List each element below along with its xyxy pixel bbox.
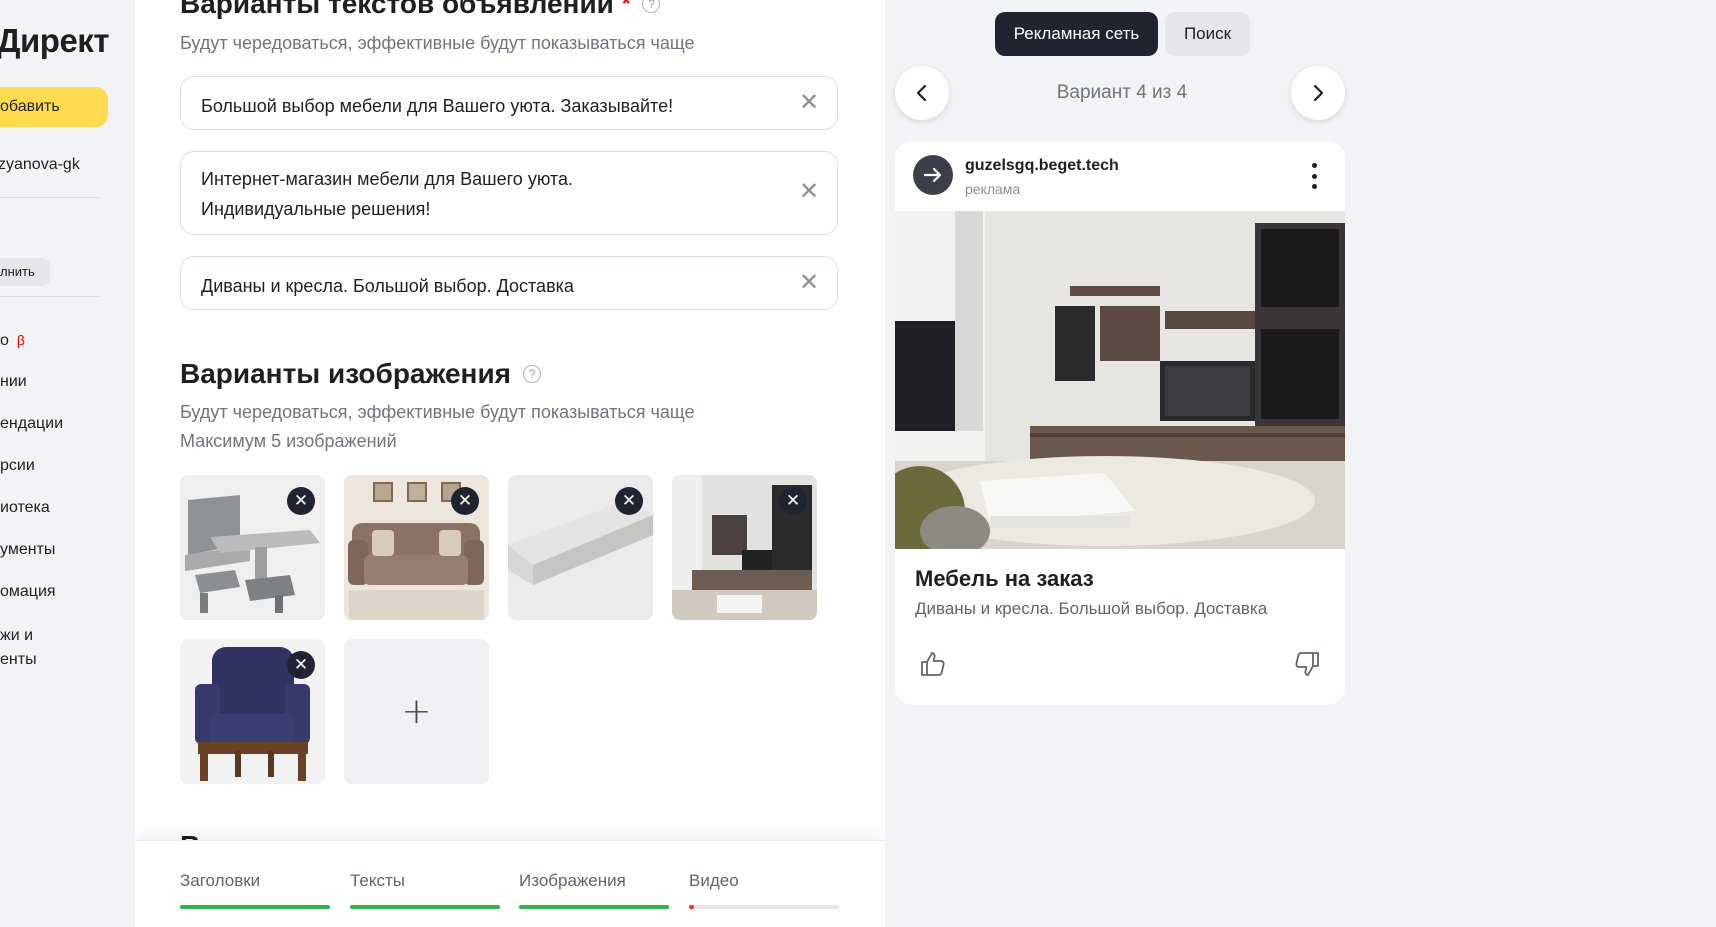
texts-section-title: Варианты текстов объявлений * ? [180, 0, 661, 20]
ad-text-value: Диваны и кресла. Большой выбор. Доставка [201, 276, 574, 296]
site-arrow-icon [913, 155, 953, 195]
ad-text-value: Интернет-магазин мебели для Вашего уюта.… [201, 169, 573, 219]
tab-progress-fill [180, 905, 330, 909]
card-header: guzelsgq.beget.tech реклама [895, 141, 1345, 211]
brand-logo[interactable]: Директ [0, 22, 109, 60]
ad-label: реклама [965, 181, 1021, 197]
help-icon[interactable]: ? [642, 0, 661, 13]
living-room-wall-image[interactable]: ✕ [672, 475, 817, 620]
sidebar-item-beta[interactable]: оβ [0, 328, 25, 353]
armchair-image[interactable]: ✕ [180, 639, 325, 784]
progress-tab-video[interactable]: Видео [689, 871, 839, 909]
progress-tab-images[interactable]: Изображения [519, 871, 669, 909]
add-image-button[interactable]: + [344, 639, 489, 784]
ad-text-value: Большой выбор мебели для Вашего уюта. За… [201, 96, 674, 116]
ad-text-field-3[interactable]: Диваны и кресла. Большой выбор. Доставка… [180, 256, 838, 310]
texts-section-subtitle: Будут чередоваться, эффективные будут по… [180, 33, 695, 53]
ad-text-field-2[interactable]: Интернет-магазин мебели для Вашего уюта.… [180, 151, 838, 235]
progress-bar-panel: Заголовки Тексты Изображения Видео [135, 840, 885, 927]
sidebar-item-label: о [0, 332, 9, 349]
next-variant-button[interactable] [1291, 66, 1345, 120]
remove-image-button[interactable]: ✕ [615, 487, 643, 515]
sidebar-item-sales-line2[interactable]: енты [0, 648, 37, 672]
progress-tab-headlines[interactable]: Заголовки [180, 871, 330, 909]
remove-image-button[interactable]: ✕ [287, 487, 315, 515]
more-options-icon[interactable] [1311, 163, 1317, 189]
thumbs-up-icon[interactable] [917, 649, 947, 683]
images-limit-note: Максимум 5 изображений [180, 431, 397, 451]
sidebar-item-campaigns[interactable]: нии [0, 370, 27, 394]
variant-counter: Вариант 4 из 4 [1056, 82, 1188, 103]
sidebar-item-sales-line1[interactable]: жи и [0, 624, 33, 648]
sidebar-divider [0, 197, 100, 198]
sidebar-item-conversions[interactable]: рсии [0, 454, 35, 478]
kitchen-table-image[interactable]: ✕ [180, 475, 325, 620]
tab-progress-fill [519, 905, 669, 909]
sidebar-item-tools[interactable]: ументы [0, 538, 55, 562]
required-mark: * [621, 0, 631, 16]
sidebar-item-info[interactable]: омация [0, 580, 56, 604]
tab-ad-network[interactable]: Рекламная сеть [995, 12, 1158, 56]
ad-image [895, 211, 1345, 549]
help-icon[interactable]: ? [523, 365, 542, 383]
remove-image-button[interactable]: ✕ [779, 487, 807, 515]
tab-progress-fill [689, 905, 694, 909]
ad-text-field-1[interactable]: Большой выбор мебели для Вашего уюта. За… [180, 76, 838, 130]
sidebar-item-library[interactable]: иотека [0, 496, 50, 520]
sofa-image[interactable]: ✕ [344, 475, 489, 620]
left-sidebar: Директ обавить zyanova-gk лнить оβ нии е… [0, 0, 135, 927]
progress-tab-texts[interactable]: Тексты [350, 871, 500, 909]
site-domain[interactable]: guzelsgq.beget.tech [965, 157, 1119, 175]
chevron-right-icon [1313, 84, 1324, 102]
beta-badge: β [16, 332, 25, 348]
texts-title-text: Варианты текстов объявлений [180, 0, 614, 19]
fill-chip-button[interactable]: лнить [0, 258, 50, 286]
main-form: Варианты текстов объявлений * ? Будут че… [135, 0, 885, 927]
add-button[interactable]: обавить [0, 87, 108, 127]
tab-progress-track [519, 905, 669, 909]
thumbs-down-icon[interactable] [1293, 649, 1323, 683]
images-section-title: Варианты изображения ? [180, 358, 542, 390]
living-room-photo [895, 211, 1345, 549]
ad-title: Мебель на заказ [915, 566, 1094, 591]
tab-search[interactable]: Поиск [1165, 12, 1250, 56]
tab-label: Изображения [519, 871, 626, 890]
images-title-text: Варианты изображения [180, 358, 512, 389]
tab-progress-track [350, 905, 500, 909]
tab-label: Видео [689, 871, 739, 890]
remove-image-button[interactable]: ✕ [287, 651, 315, 679]
images-section-subtitle: Будут чередоваться, эффективные будут по… [180, 402, 695, 422]
tab-label: Тексты [350, 871, 406, 890]
close-icon[interactable]: ✕ [797, 180, 821, 204]
sidebar-item-recommendations[interactable]: ендации [0, 412, 63, 436]
sidebar-divider [0, 296, 100, 297]
tab-label: Заголовки [180, 871, 261, 890]
remove-image-button[interactable]: ✕ [451, 487, 479, 515]
tab-progress-track [689, 905, 839, 909]
prev-variant-button[interactable] [895, 66, 949, 120]
close-icon[interactable]: ✕ [797, 91, 821, 115]
tab-progress-fill [350, 905, 500, 909]
mattress-image[interactable]: ✕ [508, 475, 653, 620]
ad-text: Диваны и кресла. Большой выбор. Доставка [915, 599, 1268, 618]
close-icon[interactable]: ✕ [797, 271, 821, 295]
account-name[interactable]: zyanova-gk [0, 156, 80, 174]
tab-progress-track [180, 905, 330, 909]
chevron-left-icon [916, 84, 927, 102]
ad-preview-card: guzelsgq.beget.tech реклама Мебель на за… [895, 141, 1345, 705]
